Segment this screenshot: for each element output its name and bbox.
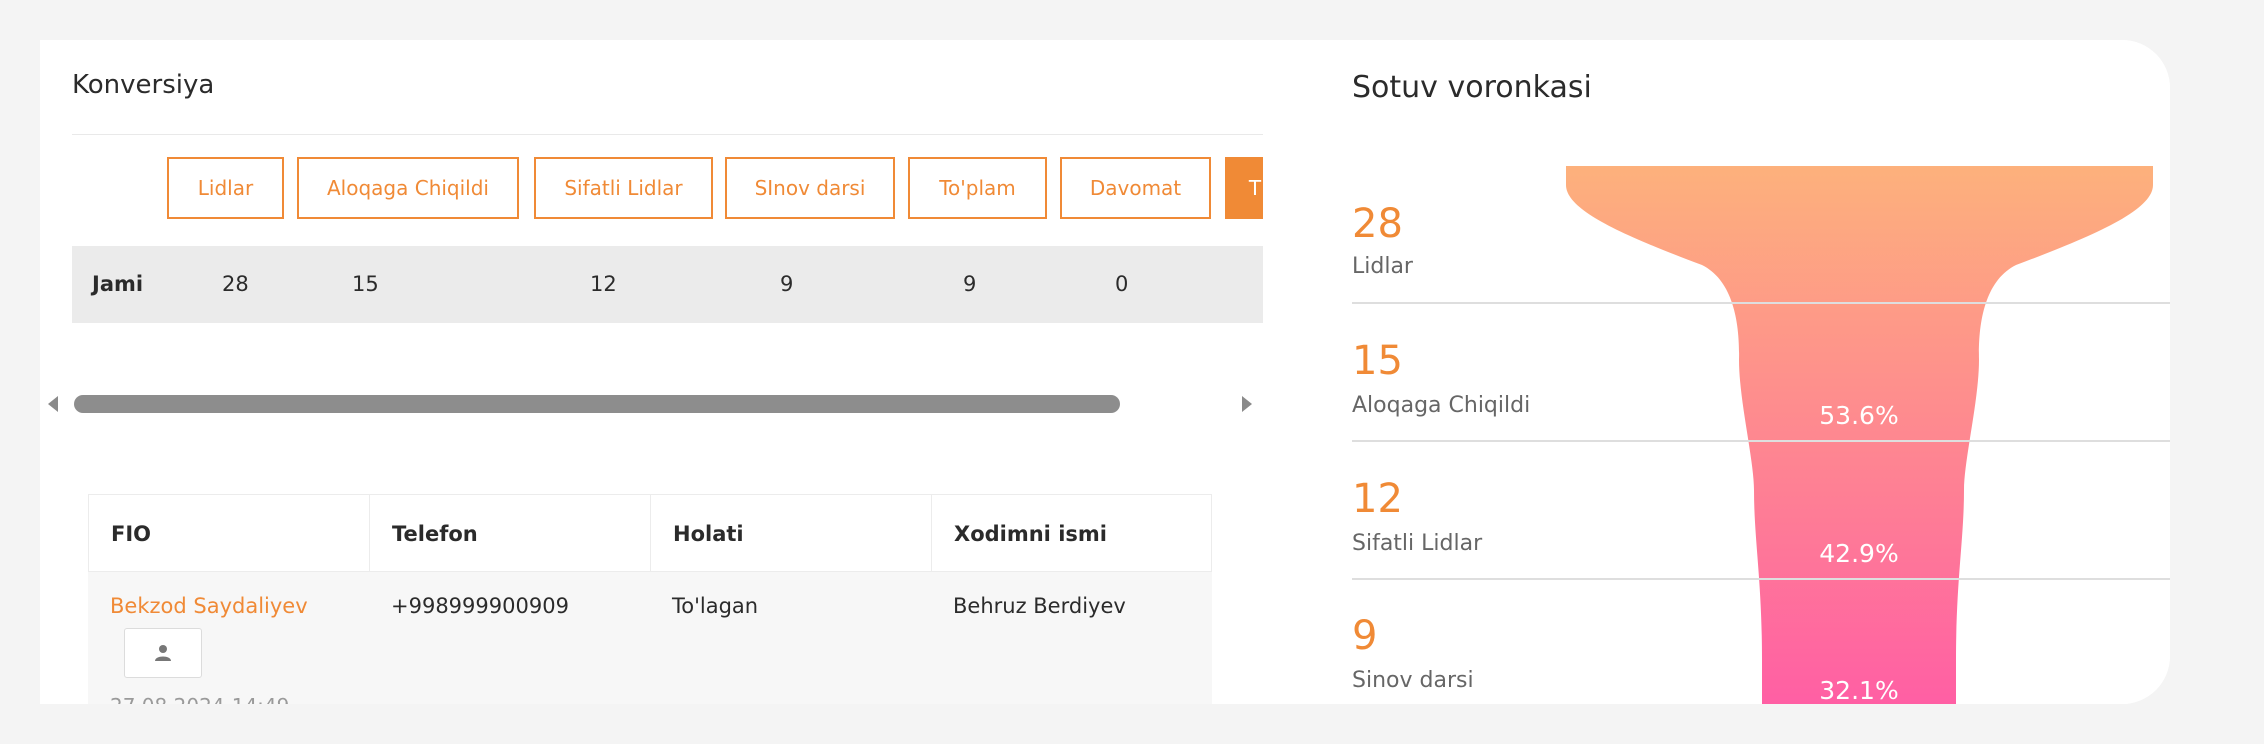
funnel-shape [1566, 166, 2153, 704]
user-icon [155, 645, 171, 661]
funnel-stage-label: Sinov darsi [1352, 668, 1474, 693]
conversion-title: Konversiya [72, 70, 215, 100]
total-value-davomat: 0 [1115, 272, 1129, 296]
column-header-fio[interactable]: FIO [89, 495, 370, 573]
funnel-stage-value: 12 [1352, 476, 1403, 522]
conversion-card: Konversiya Lidlar Aloqaga Chiqildi Sifat… [40, 40, 1263, 416]
funnel-stage-divider [1352, 578, 2170, 580]
total-value-sinov-darsi: 9 [780, 272, 794, 296]
funnel-stage-divider [1352, 302, 2170, 304]
funnel-conversion-percent: 32.1% [1819, 676, 1899, 704]
sales-funnel-card: Sotuv voronkasi 28 Lidlar 15 Aloqaga Chi… [1316, 40, 2170, 704]
total-value-toplam: 9 [963, 272, 977, 296]
conversion-divider [72, 134, 1263, 135]
lead-created-date: 27.08.2024-14:49 [110, 694, 289, 704]
column-header-telefon[interactable]: Telefon [370, 495, 651, 573]
lead-status: To'lagan [672, 594, 759, 618]
funnel-stage-divider [1352, 440, 2170, 442]
funnel-conversion-percent: 42.9% [1819, 539, 1899, 568]
total-value-aloqaga-chiqildi: 15 [352, 272, 379, 296]
column-header-holati[interactable]: Holati [651, 495, 932, 573]
funnel-stage-value: 9 [1352, 613, 1378, 659]
total-label: Jami [92, 272, 144, 296]
table-row: Bekzod Saydaliyev +998999900909 To'lagan… [88, 572, 1212, 704]
leads-table-card: FIO Telefon Holati Xodimni ismi Bekzod S… [40, 446, 1263, 704]
funnel-conversion-percent: 53.6% [1819, 401, 1899, 430]
scrollbar-thumb[interactable] [74, 395, 1120, 413]
scroll-right-arrow-icon[interactable] [1242, 396, 1252, 412]
total-value-sifatli-lidlar: 12 [590, 272, 617, 296]
lead-employee: Behruz Berdiyev [953, 594, 1126, 618]
funnel-body [1566, 166, 2153, 704]
stage-chip-toplam[interactable]: To'plam [908, 157, 1047, 219]
table-header: FIO Telefon Holati Xodimni ismi [88, 494, 1213, 573]
stage-chip-lidlar[interactable]: Lidlar [167, 157, 284, 219]
scroll-left-arrow-icon[interactable] [48, 396, 58, 412]
funnel-stage-value: 28 [1352, 201, 1403, 247]
stage-chip-sinov-darsi[interactable]: SInov darsi [725, 157, 895, 219]
lead-phone: +998999900909 [391, 594, 569, 618]
funnel-stage-label: Aloqaga Chiqildi [1352, 393, 1531, 418]
stage-chip-aloqaga-chiqildi[interactable]: Aloqaga Chiqildi [297, 157, 519, 219]
funnel-stage-value: 15 [1352, 338, 1403, 384]
horizontal-scrollbar[interactable] [40, 392, 1263, 416]
stage-chip-overflow[interactable]: T [1225, 157, 1263, 219]
total-value-lidlar: 28 [222, 272, 249, 296]
funnel-stage-label: Sifatli Lidlar [1352, 531, 1483, 556]
stage-chip-davomat[interactable]: Davomat [1060, 157, 1211, 219]
column-header-xodimni-ismi[interactable]: Xodimni ismi [932, 495, 1213, 573]
lead-name-link[interactable]: Bekzod Saydaliyev [110, 594, 308, 618]
stage-chip-sifatli-lidlar[interactable]: Sifatli Lidlar [534, 157, 713, 219]
assign-user-button[interactable] [124, 628, 202, 678]
total-row: Jami 28 15 12 9 9 0 0 [72, 246, 1263, 323]
funnel-stage-label: Lidlar [1352, 254, 1413, 279]
